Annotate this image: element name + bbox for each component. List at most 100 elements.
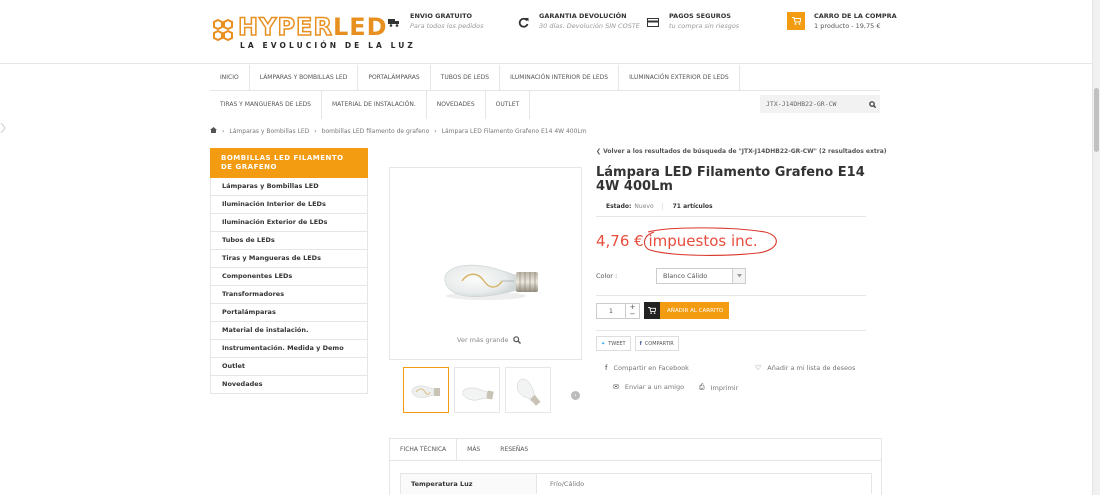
breadcrumb-current: Lámpara LED Filamento Grafeno E14 4W 400… (441, 127, 587, 135)
thumbnail-1[interactable] (403, 367, 449, 413)
share-facebook-link[interactable]: f Compartir en Facebook (605, 364, 689, 372)
nav-item-outlet[interactable]: OUTLET (486, 91, 531, 119)
color-select[interactable]: Blanco Cálido (656, 268, 746, 284)
logo[interactable]: HYPERLED LA EVOLUCIÓN DE LA LUZ (210, 12, 413, 51)
sidebar-item[interactable]: Transformadores (210, 286, 368, 304)
info-subtitle: 30 días. Devolución SIN COSTE (539, 22, 640, 30)
wishlist-link[interactable]: ♡ Añadir a mi lista de deseos (755, 364, 855, 372)
info-subtitle: tu compra sin riesgos (669, 22, 740, 30)
home-icon[interactable] (210, 127, 217, 135)
send-to-friend-link[interactable]: ✉ Enviar a un amigo (613, 383, 684, 391)
sidebar-item[interactable]: Iluminación Exterior de LEDs (210, 214, 368, 232)
product-tabs: FICHA TÉCNICA MÁS RESEÑAS Temperatura Lu… (389, 438, 882, 495)
nav-item-tiras[interactable]: TIRAS Y MANGUERAS DE LEDS (210, 91, 322, 119)
quantity-input[interactable]: 1 (596, 302, 626, 319)
search-box: JTX-J14DHB22-GR-CW (760, 95, 880, 113)
credit-card-icon (645, 14, 661, 30)
sidebar-item[interactable]: Novedades (210, 376, 368, 394)
nav-item-portalamparas[interactable]: PORTALÁMPARAS (358, 65, 431, 90)
chevron-down-icon (732, 269, 745, 283)
page-scrollbar[interactable] (1092, 0, 1100, 495)
header: HYPERLED LA EVOLUCIÓN DE LA LUZ ENVIO GR… (0, 0, 1092, 64)
thumbnail-strip (403, 367, 556, 413)
envelope-icon: ✉ (613, 383, 619, 391)
main-navigation: INICIO LÁMPARAS Y BOMBILLAS LED PORTALÁM… (210, 65, 880, 119)
sidebar-item[interactable]: Instrumentación. Medida y Demo (210, 340, 368, 358)
product-title: Lámpara LED Filamento Grafeno E14 4W 400… (596, 165, 865, 194)
thumbnail-next-button[interactable]: › (571, 391, 580, 400)
twitter-icon: ✦ (601, 340, 606, 347)
sidebar-item[interactable]: Iluminación Interior de LEDs (210, 196, 368, 214)
cart-summary[interactable]: CARRO DE LA COMPRA 1 producto - 19,75 € (787, 12, 897, 32)
add-to-cart-button[interactable]: AÑADIR AL CARRITO (644, 302, 730, 319)
tab-ficha-tecnica[interactable]: FICHA TÉCNICA (390, 439, 458, 460)
nav-item-material[interactable]: MATERIAL DE INSTALACIÓN. (322, 91, 427, 119)
condition-label: Estado: (606, 203, 632, 210)
info-free-shipping: ENVIO GRATUITO Para todos los pedidos (386, 12, 484, 32)
nav-item-tubos[interactable]: TUBOS DE LEDS (431, 65, 501, 90)
tweet-button[interactable]: ✦ TWEET (596, 336, 631, 351)
breadcrumb-separator: › (314, 127, 317, 135)
quantity-minus-icon[interactable]: − (630, 310, 636, 318)
add-to-cart-label: AÑADIR AL CARRITO (667, 307, 724, 314)
sidebar-item[interactable]: Portalámparas (210, 304, 368, 322)
quantity-stepper[interactable]: + − (626, 302, 640, 319)
collapse-arrow-icon[interactable] (0, 122, 6, 134)
sidebar-item[interactable]: Outlet (210, 358, 368, 376)
chevron-right-icon: › (574, 392, 577, 399)
nav-item-inicio[interactable]: INICIO (210, 65, 250, 90)
stock-count: 71 artículos (672, 203, 713, 210)
breadcrumb-item[interactable]: bombillas LED filamento de grafeno (322, 128, 430, 135)
color-label: Color : (596, 272, 618, 280)
tax-note: impuestos inc. (648, 232, 758, 250)
breadcrumb: › Lámparas y Bombillas LED › bombillas L… (210, 127, 592, 135)
search-icon (868, 100, 876, 108)
cart-count: 1 producto - 19,75 € (814, 22, 881, 30)
share-button[interactable]: f COMPARTIR (634, 336, 679, 351)
thumbnail-2[interactable] (454, 367, 500, 413)
refresh-icon (515, 14, 531, 30)
spec-value: Frío/Cálido (550, 480, 585, 488)
social-share-row: ✦ TWEET f COMPARTIR (596, 336, 683, 351)
print-link[interactable]: ⎙ Imprimir (699, 383, 738, 392)
product-price: 4,76 € impuestos inc. (596, 232, 758, 250)
scrollbar-thumb[interactable] (1094, 88, 1099, 152)
info-title: GARANTIA DEVOLUCIÓN (539, 12, 627, 20)
sidebar-item[interactable]: Lámparas y Bombillas LED (210, 178, 368, 196)
category-sidebar: BOMBILLAS LED FILAMENTO DE GRAFENO Lámpa… (210, 148, 368, 394)
sidebar-item[interactable]: Tubos de LEDs (210, 232, 368, 250)
product-condition-row: Estado: Nuevo 71 artículos (596, 203, 866, 217)
shopping-cart-icon (787, 12, 805, 30)
sidebar-item[interactable]: Componentes LEDs (210, 268, 368, 286)
sidebar-item[interactable]: Tiras y Mangueras de LEDs (210, 250, 368, 268)
nav-row-2: TIRAS Y MANGUERAS DE LEDS MATERIAL DE IN… (210, 91, 880, 119)
thumbnail-3[interactable] (505, 367, 551, 413)
bulb-image (444, 264, 538, 300)
breadcrumb-separator: › (222, 127, 225, 135)
search-input[interactable]: JTX-J14DHB22-GR-CW (760, 100, 864, 108)
back-to-search-link[interactable]: ❮ Volver a los resultados de búsqueda de… (596, 148, 886, 155)
spec-table-row: Temperatura Luz Frío/Cálido (400, 473, 872, 494)
nav-item-iluminacion-interior[interactable]: ILUMINACIÓN INTERIOR DE LEDS (500, 65, 620, 90)
nav-item-lamparas[interactable]: LÁMPARAS Y BOMBILLAS LED (250, 65, 359, 90)
send-to-friend-label: Enviar a un amigo (624, 383, 685, 391)
facebook-icon: f (605, 364, 608, 372)
share-label: COMPARTIR (644, 340, 674, 347)
breadcrumb-item[interactable]: Lámparas y Bombillas LED (229, 128, 309, 135)
tab-mas[interactable]: MÁS (457, 439, 490, 460)
search-button[interactable] (864, 95, 880, 113)
share-facebook-label: Compartir en Facebook (613, 364, 689, 372)
condition-value: Nuevo (634, 203, 663, 210)
info-return-guarantee: GARANTIA DEVOLUCIÓN 30 días. Devolución … (515, 12, 640, 32)
info-subtitle: Para todos los pedidos (410, 22, 484, 30)
sidebar-heading: BOMBILLAS LED FILAMENTO DE GRAFENO (210, 148, 368, 178)
view-larger-link[interactable]: Ver más grande (457, 336, 522, 344)
product-main-image[interactable]: Ver más grande (389, 167, 582, 360)
nav-item-novedades[interactable]: NOVEDADES (427, 91, 486, 119)
sidebar-item[interactable]: Material de instalación. (210, 322, 368, 340)
nav-item-iluminacion-exterior[interactable]: ILUMINACIÓN EXTERIOR DE LEDS (619, 65, 740, 90)
tweet-label: TWEET (608, 340, 626, 347)
cart-icon (644, 302, 660, 319)
tab-resenas[interactable]: RESEÑAS (490, 439, 538, 460)
breadcrumb-separator: › (434, 127, 437, 135)
